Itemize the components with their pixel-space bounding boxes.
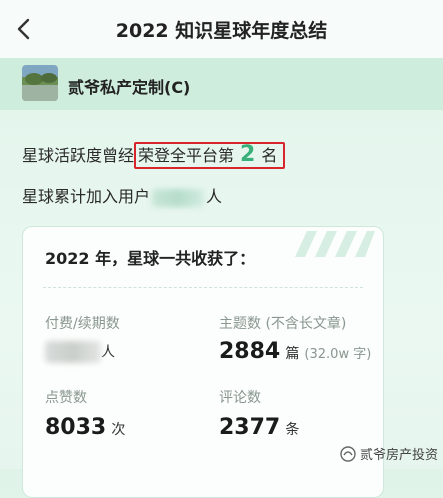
ranking-suffix: 名 — [261, 146, 278, 165]
likes-unit: 次 — [111, 422, 126, 438]
paid-unit: 人 — [101, 344, 115, 361]
ranking-highlight: 荣登全平台第 2 名 — [134, 142, 286, 169]
likes-label: 点赞数 — [45, 390, 87, 406]
summary-card: 2022 年，星球一共收获了： 付费/续期数 人 主题数 (不含长文章) 288… — [22, 226, 384, 498]
blurred-user-count — [152, 188, 205, 207]
likes-value: 8033 — [45, 415, 107, 440]
wechat-channel-icon — [340, 446, 356, 462]
topics-label: 主题数 (不含长文章) — [219, 316, 347, 332]
comments-value: 2377 — [219, 415, 281, 440]
topics-value: 2884 — [219, 339, 281, 364]
watermark: 贰爷房产投资 — [340, 444, 438, 463]
topics-stat: 2884 篇 (32.0w 字) — [219, 339, 371, 364]
paid-label: 付费/续期数 — [45, 316, 120, 332]
page-title: 2022 知识星球年度总结 — [115, 20, 328, 42]
total-users: 星球累计加入用户 人 — [22, 183, 222, 207]
activity-ranking: 星球活跃度曾经 荣登全平台第 2 名 — [22, 142, 286, 169]
group-name: 贰爷私产定制(C) — [68, 78, 191, 97]
comments-unit: 条 — [285, 422, 300, 438]
summary-title: 2022 年，星球一共收获了： — [45, 249, 256, 268]
card-divider — [43, 287, 363, 288]
ranking-number: 2 — [240, 142, 256, 167]
watermark-text: 贰爷房产投资 — [360, 448, 439, 463]
group-avatar — [22, 65, 58, 101]
comments-stat: 2377 条 — [219, 415, 299, 440]
group-header[interactable]: 贰爷私产定制(C) — [0, 58, 443, 110]
nav-bar: 2022 知识星球年度总结 — [0, 0, 443, 58]
likes-stat: 8033 次 — [45, 415, 125, 440]
blurred-paid-count — [45, 341, 101, 363]
users-suffix: 人 — [206, 187, 223, 206]
decorative-stripes — [295, 231, 375, 257]
ranking-text: 荣登全平台第 — [138, 146, 235, 165]
users-prefix: 星球累计加入用户 — [22, 187, 151, 206]
comments-label: 评论数 — [219, 390, 261, 406]
activity-prefix: 星球活跃度曾经 — [22, 146, 135, 165]
paid-stat: 人 — [45, 341, 115, 363]
topics-unit: 篇 — [285, 346, 300, 362]
topics-words: (32.0w 字) — [304, 347, 372, 362]
